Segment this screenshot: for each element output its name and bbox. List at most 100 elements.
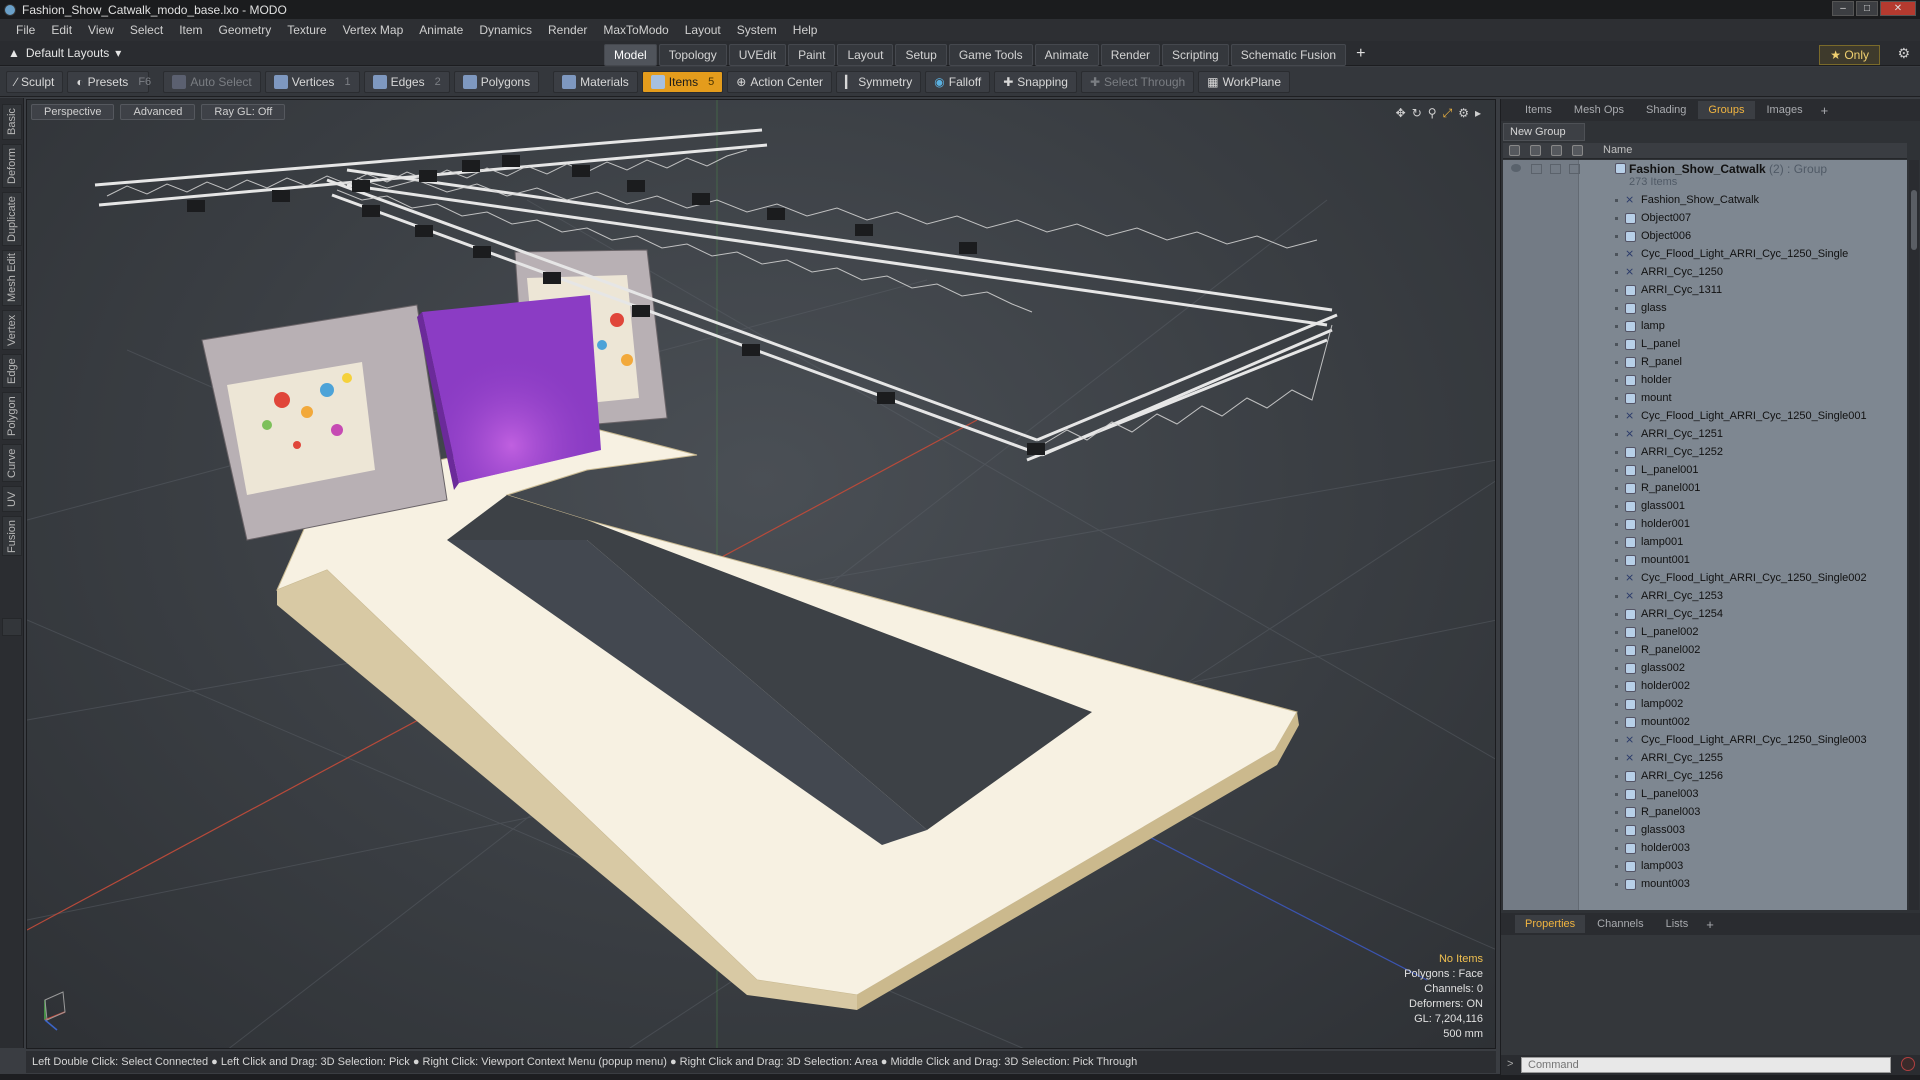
menu-edit[interactable]: Edit — [43, 23, 80, 37]
list-item[interactable]: lamp — [1503, 318, 1907, 336]
list-item[interactable]: holder002 — [1503, 678, 1907, 696]
only-toggle[interactable]: ★ Only — [1819, 45, 1880, 65]
tab-groups[interactable]: Groups — [1698, 101, 1755, 119]
list-item[interactable]: ARRI_Cyc_1254 — [1503, 606, 1907, 624]
list-item[interactable]: R_panel — [1503, 354, 1907, 372]
view-mode-button[interactable]: Perspective — [31, 104, 115, 120]
vertices-button[interactable]: Vertices 1 — [264, 70, 360, 93]
maximize-viewport-icon[interactable]: ⤢ — [1443, 106, 1453, 121]
list-item[interactable]: holder — [1503, 372, 1907, 390]
list-item[interactable]: Object007 — [1503, 210, 1907, 228]
vtab-curve[interactable]: Curve — [2, 444, 22, 482]
sculpt-button[interactable]: ∕ Sculpt — [6, 70, 64, 93]
list-item[interactable]: ⨯ ARRI_Cyc_1250 — [1503, 264, 1907, 282]
name-column-header[interactable]: Name — [1603, 144, 1632, 156]
list-item[interactable]: R_panel001 — [1503, 480, 1907, 498]
menu-vertex-map[interactable]: Vertex Map — [335, 23, 412, 37]
edges-button[interactable]: Edges 2 — [363, 70, 450, 93]
scrollbar-thumb[interactable] — [1911, 190, 1917, 250]
add-tab-button[interactable]: + — [1348, 44, 1373, 66]
list-item[interactable]: ⨯ Fashion_Show_Catwalk — [1503, 192, 1907, 210]
menu-help[interactable]: Help — [785, 23, 826, 37]
list-item[interactable]: lamp001 — [1503, 534, 1907, 552]
list-item[interactable]: ⨯ ARRI_Cyc_1253 — [1503, 588, 1907, 606]
tab-properties[interactable]: Properties — [1515, 915, 1586, 933]
tab-render[interactable]: Render — [1100, 44, 1161, 66]
tab-shading[interactable]: Shading — [1636, 101, 1696, 119]
tab-animate[interactable]: Animate — [1034, 44, 1099, 66]
list-item[interactable]: ⨯ Cyc_Flood_Light_ARRI_Cyc_1250_Single001 — [1503, 408, 1907, 426]
menu-select[interactable]: Select — [122, 23, 171, 37]
list-item[interactable]: L_panel001 — [1503, 462, 1907, 480]
list-item[interactable]: mount002 — [1503, 714, 1907, 732]
list-item[interactable]: R_panel003 — [1503, 804, 1907, 822]
vtab-fusion[interactable]: Fusion — [2, 516, 22, 556]
list-item[interactable]: ⨯ ARRI_Cyc_1251 — [1503, 426, 1907, 444]
palette-toggle-icon[interactable] — [2, 618, 22, 636]
materials-button[interactable]: Materials — [553, 70, 638, 93]
action-center-button[interactable]: ⊕ Action Center — [727, 70, 833, 93]
list-item[interactable]: L_panel — [1503, 336, 1907, 354]
tab-mesh-ops[interactable]: Mesh Ops — [1564, 101, 1634, 119]
render-toggle[interactable] — [1531, 164, 1542, 174]
command-history-button[interactable] — [1901, 1057, 1915, 1071]
maximize-button[interactable]: □ — [1856, 1, 1878, 16]
visibility-column-icon[interactable] — [1509, 145, 1520, 156]
list-item[interactable]: ARRI_Cyc_1311 — [1503, 282, 1907, 300]
minimize-button[interactable]: – — [1832, 1, 1854, 16]
list-item[interactable]: glass003 — [1503, 822, 1907, 840]
list-item[interactable]: mount001 — [1503, 552, 1907, 570]
list-item[interactable]: glass — [1503, 300, 1907, 318]
viewport-settings-icon[interactable]: ⚙ — [1458, 106, 1469, 121]
vtab-mesh-edit[interactable]: Mesh Edit — [2, 250, 22, 306]
raygl-button[interactable]: Ray GL: Off — [201, 104, 286, 120]
vtab-edge[interactable]: Edge — [2, 354, 22, 388]
tab-items[interactable]: Items — [1515, 101, 1562, 119]
list-item[interactable]: glass001 — [1503, 498, 1907, 516]
close-button[interactable]: ✕ — [1880, 1, 1916, 16]
tab-scripting[interactable]: Scripting — [1162, 44, 1229, 66]
tab-layout[interactable]: Layout — [837, 44, 894, 66]
tab-paint[interactable]: Paint — [788, 44, 836, 66]
select-column-icon[interactable] — [1572, 145, 1583, 156]
list-item[interactable]: ⨯ ARRI_Cyc_1255 — [1503, 750, 1907, 768]
menu-geometry[interactable]: Geometry — [211, 23, 280, 37]
lock-column-icon[interactable] — [1551, 145, 1562, 156]
list-scrollbar[interactable] — [1909, 160, 1919, 910]
select-through-button[interactable]: ✚ Select Through — [1080, 70, 1195, 93]
menu-item[interactable]: Item — [171, 23, 210, 37]
tab-schematic-fusion[interactable]: Schematic Fusion — [1230, 44, 1347, 66]
menu-system[interactable]: System — [729, 23, 785, 37]
add-panel-tab-button[interactable]: + — [1815, 103, 1835, 118]
tab-setup[interactable]: Setup — [895, 44, 947, 66]
list-item[interactable]: mount003 — [1503, 876, 1907, 894]
tab-uvedit[interactable]: UVEdit — [728, 44, 787, 66]
list-item[interactable]: lamp002 — [1503, 696, 1907, 714]
list-item[interactable]: ARRI_Cyc_1252 — [1503, 444, 1907, 462]
vtab-vertex[interactable]: Vertex — [2, 310, 22, 350]
tab-game-tools[interactable]: Game Tools — [948, 44, 1033, 66]
list-item[interactable]: ⨯ Cyc_Flood_Light_ARRI_Cyc_1250_Single003 — [1503, 732, 1907, 750]
auto-select-button[interactable]: Auto Select — [163, 70, 261, 93]
tab-topology[interactable]: Topology — [658, 44, 727, 66]
menu-file[interactable]: File — [8, 23, 43, 37]
new-group-button[interactable]: New Group — [1503, 123, 1585, 141]
tab-channels[interactable]: Channels — [1587, 915, 1653, 933]
render-column-icon[interactable] — [1530, 145, 1541, 156]
vtab-polygon[interactable]: Polygon — [2, 392, 22, 440]
list-item[interactable]: R_panel002 — [1503, 642, 1907, 660]
list-item[interactable]: L_panel002 — [1503, 624, 1907, 642]
menu-render[interactable]: Render — [540, 23, 595, 37]
items-button[interactable]: Items 5 — [641, 70, 724, 93]
workplane-button[interactable]: ▦ WorkPlane — [1198, 70, 1291, 93]
list-item[interactable]: holder001 — [1503, 516, 1907, 534]
zoom-icon[interactable]: ⚲ — [1428, 106, 1437, 121]
rotate-icon[interactable]: ↻ — [1412, 106, 1422, 121]
tab-images[interactable]: Images — [1757, 101, 1813, 119]
menu-layout[interactable]: Layout — [677, 23, 729, 37]
symmetry-button[interactable]: ▎ Symmetry — [836, 70, 922, 93]
command-input[interactable] — [1521, 1057, 1891, 1073]
list-item[interactable]: lamp003 — [1503, 858, 1907, 876]
polygons-button[interactable]: Polygons — [453, 70, 540, 93]
vtab-duplicate[interactable]: Duplicate — [2, 192, 22, 246]
